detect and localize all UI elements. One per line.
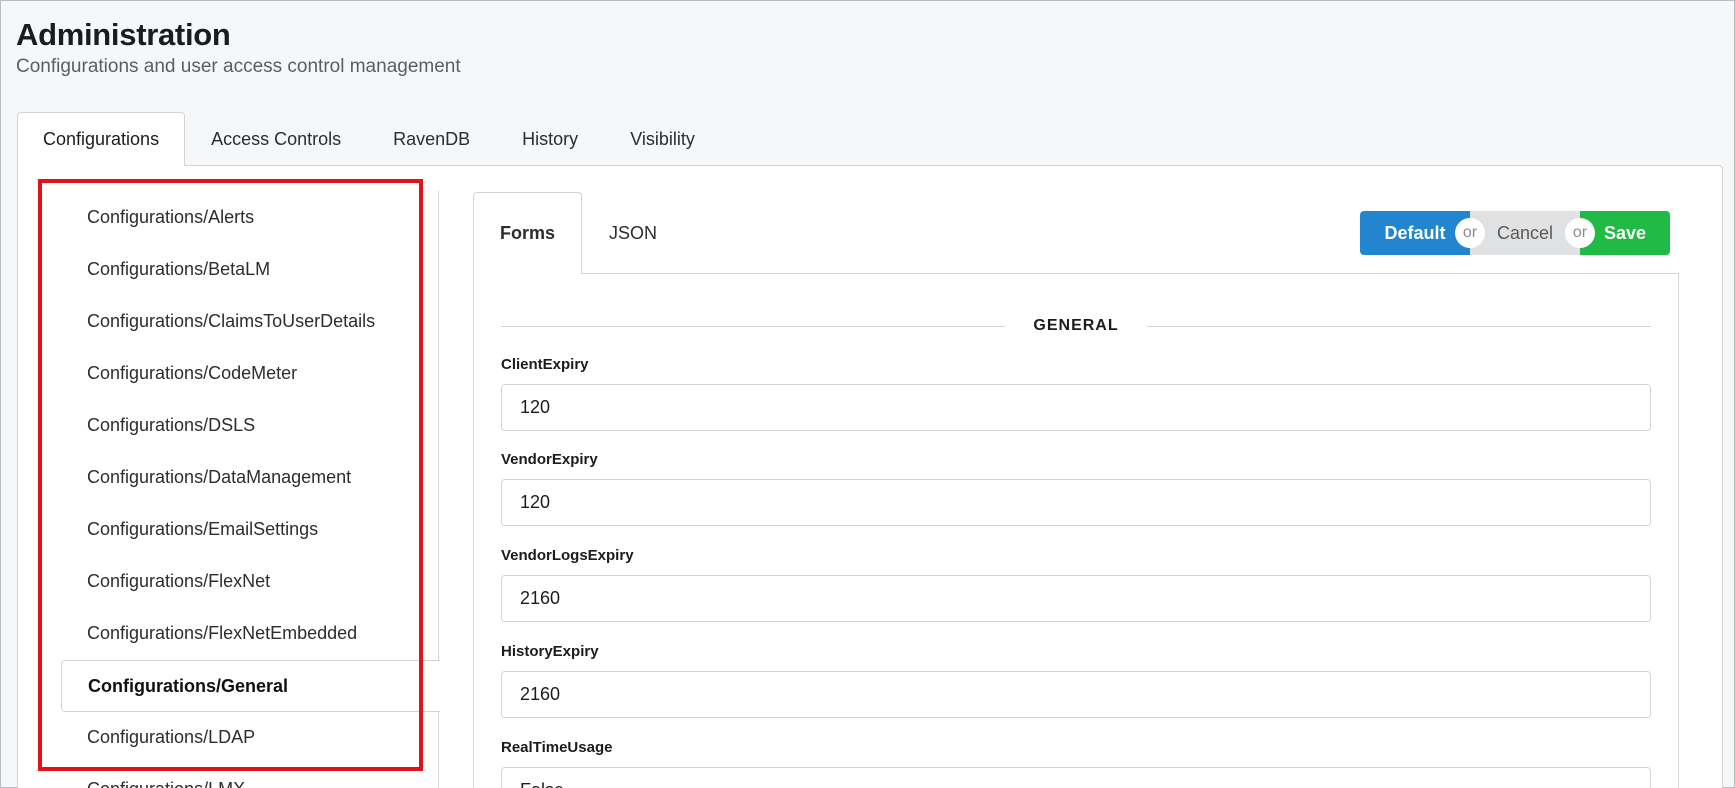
page-subtitle: Configurations and user access control m…	[16, 56, 461, 77]
top-tab-bar: Configurations Access Controls RavenDB H…	[17, 112, 721, 166]
side-item-claims-to-user-details[interactable]: Configurations/ClaimsToUserDetails	[61, 295, 439, 347]
editor-tab-bar: Forms JSON	[473, 192, 684, 274]
side-item-data-management[interactable]: Configurations/DataManagement	[61, 451, 439, 503]
or-separator: or	[1455, 218, 1485, 248]
history-expiry-label: HistoryExpiry	[501, 643, 599, 660]
vendor-logs-expiry-input[interactable]	[501, 575, 1651, 622]
default-button[interactable]: Default	[1360, 211, 1470, 255]
page-title: Administration	[16, 17, 231, 52]
tab-access-controls[interactable]: Access Controls	[185, 112, 367, 166]
side-item-ldap[interactable]: Configurations/LDAP	[61, 711, 439, 763]
tab-configurations[interactable]: Configurations	[17, 112, 186, 166]
vendor-expiry-input[interactable]	[501, 479, 1651, 526]
side-item-betalm[interactable]: Configurations/BetaLM	[61, 243, 439, 295]
client-expiry-label: ClientExpiry	[501, 356, 589, 373]
section-title: GENERAL	[1033, 317, 1119, 334]
side-item-dsls[interactable]: Configurations/DSLS	[61, 399, 439, 451]
side-item-alerts[interactable]: Configurations/Alerts	[61, 191, 439, 243]
tab-forms[interactable]: Forms	[473, 192, 583, 274]
cancel-button[interactable]: Cancel	[1470, 211, 1580, 255]
tab-json[interactable]: JSON	[582, 192, 684, 274]
tab-ravendb[interactable]: RavenDB	[367, 112, 496, 166]
tab-visibility[interactable]: Visibility	[604, 112, 721, 166]
history-expiry-input[interactable]	[501, 671, 1651, 718]
vendor-expiry-label: VendorExpiry	[501, 451, 598, 468]
real-time-usage-label: RealTimeUsage	[501, 739, 613, 756]
configuration-list: Configurations/Alerts Configurations/Bet…	[61, 191, 440, 788]
side-item-flexnet[interactable]: Configurations/FlexNet	[61, 555, 439, 607]
section-header-general: GENERAL	[501, 313, 1652, 339]
client-expiry-input[interactable]	[501, 384, 1651, 431]
side-item-flexnet-embedded[interactable]: Configurations/FlexNetEmbedded	[61, 607, 439, 659]
side-item-email-settings[interactable]: Configurations/EmailSettings	[61, 503, 439, 555]
action-button-group: Default or Cancel or Save	[1360, 211, 1670, 255]
side-item-lmx[interactable]: Configurations/LMX	[61, 763, 439, 788]
side-item-general[interactable]: Configurations/General	[61, 660, 440, 712]
vendor-logs-expiry-label: VendorLogsExpiry	[501, 547, 634, 564]
tab-history[interactable]: History	[496, 112, 604, 166]
or-separator: or	[1565, 218, 1595, 248]
side-item-codemeter[interactable]: Configurations/CodeMeter	[61, 347, 439, 399]
real-time-usage-input[interactable]	[501, 767, 1651, 788]
